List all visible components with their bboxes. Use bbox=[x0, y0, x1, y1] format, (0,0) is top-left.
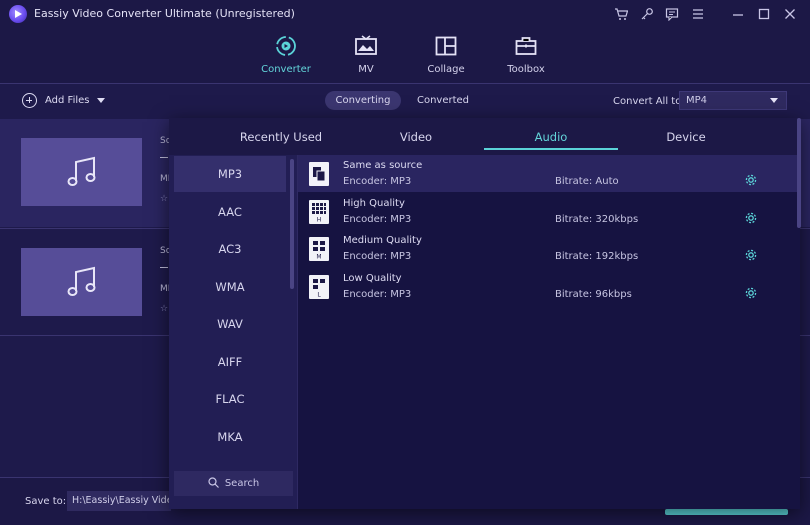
file-thumbnail bbox=[21, 138, 142, 206]
format-search-button[interactable]: Search bbox=[174, 471, 293, 496]
preset-item-medium-quality[interactable]: M Medium Quality Encoder: MP3 Bitrate: 1… bbox=[298, 230, 800, 267]
toolbox-icon bbox=[515, 37, 537, 55]
preset-item-high-quality[interactable]: H High Quality Encoder: MP3 Bitrate: 320… bbox=[298, 193, 800, 230]
nav-label: Toolbox bbox=[507, 64, 545, 75]
format-tabs: Recently Used Video Audio Device bbox=[169, 118, 800, 155]
nav-toolbox[interactable]: Toolbox bbox=[486, 34, 566, 75]
quality-high-icon: H bbox=[309, 200, 329, 224]
main-scrollbar[interactable] bbox=[797, 118, 801, 228]
divider bbox=[160, 157, 168, 158]
search-label: Search bbox=[224, 478, 260, 489]
feedback-icon[interactable] bbox=[662, 4, 682, 24]
nav-label: Collage bbox=[427, 64, 465, 75]
nav-mv[interactable]: MV bbox=[326, 34, 406, 75]
quality-badge: M bbox=[316, 254, 321, 261]
preset-name: Medium Quality bbox=[343, 235, 422, 246]
gear-icon[interactable] bbox=[744, 286, 758, 300]
music-note-icon bbox=[67, 266, 96, 296]
format-list: MP3 AAC AC3 WMA WAV AIFF FLAC MKA Search bbox=[169, 155, 297, 509]
tab-converted[interactable]: Converted bbox=[405, 91, 481, 110]
preset-name: High Quality bbox=[343, 198, 405, 209]
format-item-mp3[interactable]: MP3 bbox=[174, 156, 286, 192]
preset-name: Same as source bbox=[343, 160, 423, 171]
preset-bitrate: Bitrate: 320kbps bbox=[555, 214, 639, 225]
format-item-flac[interactable]: FLAC bbox=[174, 381, 286, 417]
nav-collage[interactable]: Collage bbox=[406, 34, 486, 75]
tab-active-underline bbox=[484, 148, 618, 150]
convert-all-button[interactable] bbox=[665, 509, 788, 515]
toolbar: Add Files Converting Converted Convert A… bbox=[0, 85, 810, 118]
tab-video[interactable]: Video bbox=[349, 130, 483, 144]
preset-encoder: Encoder: MP3 bbox=[343, 214, 412, 225]
preset-item-same-as-source[interactable]: Same as source Encoder: MP3 Bitrate: Aut… bbox=[298, 155, 800, 192]
format-item-ac3[interactable]: AC3 bbox=[174, 231, 286, 267]
collage-icon bbox=[435, 36, 457, 56]
title-bar: Eassiy Video Converter Ultimate (Unregis… bbox=[0, 0, 810, 28]
source-file-icon bbox=[309, 162, 329, 186]
minimize-icon[interactable] bbox=[728, 4, 748, 24]
preset-encoder: Encoder: MP3 bbox=[343, 289, 412, 300]
save-path-field[interactable]: H:\Eassiy\Eassiy Video bbox=[67, 491, 171, 511]
main-nav: Converter MV Collage Toolbox bbox=[0, 28, 810, 112]
gear-icon[interactable] bbox=[744, 173, 758, 187]
nav-label: MV bbox=[358, 64, 374, 75]
chevron-down-icon bbox=[770, 98, 778, 103]
convert-all-value: MP4 bbox=[686, 95, 708, 106]
preset-item-low-quality[interactable]: L Low Quality Encoder: MP3 Bitrate: 96kb… bbox=[298, 268, 800, 305]
format-item-wav[interactable]: WAV bbox=[174, 306, 286, 342]
maximize-icon[interactable] bbox=[754, 4, 774, 24]
gear-icon[interactable] bbox=[744, 211, 758, 225]
quality-low-icon: L bbox=[309, 275, 329, 299]
search-icon bbox=[208, 477, 219, 488]
converter-icon bbox=[276, 36, 296, 56]
key-icon[interactable] bbox=[637, 4, 657, 24]
format-item-mka[interactable]: MKA bbox=[174, 419, 286, 455]
format-item-aac[interactable]: AAC bbox=[174, 194, 286, 230]
preset-encoder: Encoder: MP3 bbox=[343, 251, 412, 262]
format-item-wma[interactable]: WMA bbox=[174, 269, 286, 305]
tab-recently-used[interactable]: Recently Used bbox=[214, 130, 348, 144]
quality-badge: L bbox=[317, 292, 321, 299]
convert-all-select[interactable]: MP4 bbox=[679, 91, 787, 110]
format-popup: Recently Used Video Audio Device MP3 AAC… bbox=[169, 118, 800, 509]
cart-icon[interactable] bbox=[611, 4, 631, 24]
convert-all-label: Convert All to: bbox=[613, 96, 685, 107]
tab-converting[interactable]: Converting bbox=[325, 91, 401, 110]
preset-list: Same as source Encoder: MP3 Bitrate: Aut… bbox=[298, 155, 800, 509]
divider bbox=[160, 267, 168, 268]
quality-badge: H bbox=[317, 217, 322, 224]
format-list-scrollbar[interactable] bbox=[290, 159, 294, 289]
app-logo-icon bbox=[9, 5, 27, 23]
gear-icon[interactable] bbox=[744, 248, 758, 262]
preset-name: Low Quality bbox=[343, 273, 402, 284]
save-to-label: Save to: bbox=[25, 496, 67, 507]
star-icon[interactable]: ☆ bbox=[160, 194, 168, 204]
nav-converter[interactable]: Converter bbox=[246, 34, 326, 75]
chevron-down-icon[interactable] bbox=[97, 98, 106, 103]
menu-icon[interactable] bbox=[688, 4, 708, 24]
music-note-icon bbox=[67, 156, 96, 186]
add-files-label: Add Files bbox=[45, 95, 90, 106]
format-item-aiff[interactable]: AIFF bbox=[174, 344, 286, 380]
add-files-button[interactable]: Add Files bbox=[22, 93, 106, 108]
star-icon[interactable]: ☆ bbox=[160, 304, 168, 314]
tab-audio[interactable]: Audio bbox=[484, 130, 618, 144]
mv-icon bbox=[355, 35, 377, 55]
nav-label: Converter bbox=[261, 64, 311, 75]
preset-bitrate: Bitrate: 96kbps bbox=[555, 289, 632, 300]
preset-bitrate: Bitrate: Auto bbox=[555, 176, 619, 187]
app-title: Eassiy Video Converter Ultimate (Unregis… bbox=[34, 7, 295, 20]
add-icon bbox=[22, 93, 37, 108]
preset-bitrate: Bitrate: 192kbps bbox=[555, 251, 639, 262]
preset-encoder: Encoder: MP3 bbox=[343, 176, 412, 187]
file-thumbnail bbox=[21, 248, 142, 316]
close-icon[interactable] bbox=[780, 4, 800, 24]
quality-medium-icon: M bbox=[309, 237, 329, 261]
tab-device[interactable]: Device bbox=[619, 130, 753, 144]
